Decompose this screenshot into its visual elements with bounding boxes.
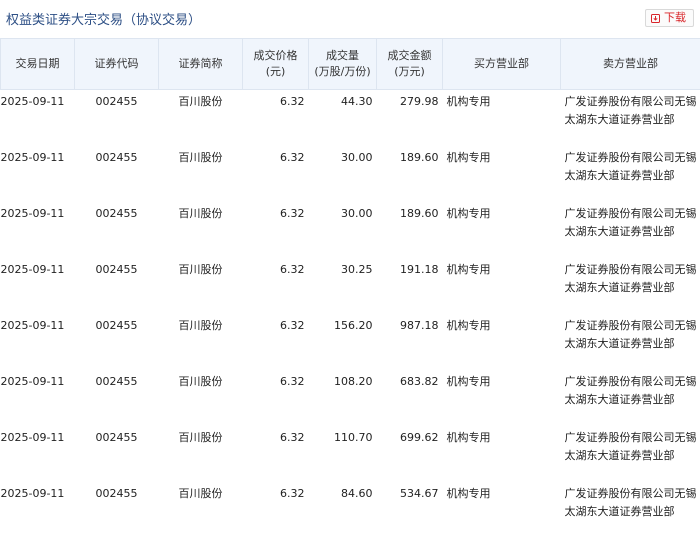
cell-name: 百川股份 [178,430,223,444]
col-header-volume-line2: (万股/万份) [314,65,371,78]
cell-code: 002455 [95,262,138,276]
col-header-amount: 成交金额 (万元) [376,38,443,90]
cell-code: 002455 [95,95,138,108]
col-header-volume: 成交量 (万股/万份) [308,38,377,90]
cell-amount: 534.67 [400,486,439,500]
cell-code: 002455 [95,206,138,220]
cell-date: 2025-09-11 [0,486,65,500]
cell-buyer: 机构专用 [446,318,491,332]
cell-name: 百川股份 [178,95,223,108]
cell-buyer: 机构专用 [446,486,491,500]
cell-name: 百川股份 [178,486,223,500]
cell-amount: 189.60 [400,206,439,220]
table-row: 2025-09-11 002455 百川股份 6.32 108.20 683.82 机构专用… [1,370,700,426]
cell-volume: 44.30 [341,95,373,108]
cell-price: 6.32 [280,318,305,332]
col-header-price: 成交价格 (元) [242,38,309,90]
cell-code: 002455 [95,150,138,164]
download-icon [651,13,660,23]
cell-volume: 156.20 [334,318,373,332]
cell-volume: 110.70 [334,430,373,444]
table-row: 2025-09-11 002455 百川股份 6.32 30.00 189.60 机构专用 广… [1,146,700,202]
cell-date: 2025-09-11 [0,150,65,164]
col-header-amount-line2: (万元) [394,65,425,78]
cell-name: 百川股份 [178,262,223,276]
table-row: 2025-09-11 002455 百川股份 6.32 30.00 189.60 机构专用 广… [1,202,700,258]
cell-amount: 189.60 [400,150,439,164]
cell-date: 2025-09-11 [0,95,65,108]
title-bar: 权益类证券大宗交易（协议交易） 下载 [0,0,700,38]
cell-name: 百川股份 [178,374,223,388]
cell-seller: 广发证券股份有限公司无锡太湖东大道证券营业部 [564,95,697,126]
cell-price: 6.32 [280,206,305,220]
table-row: 2025-09-11 002455 百川股份 6.32 84.60 534.67 机构专用 广… [1,482,700,538]
cell-code: 002455 [95,318,138,332]
cell-amount: 987.18 [400,318,439,332]
download-button[interactable]: 下载 [645,9,694,27]
cell-name: 百川股份 [178,318,223,332]
download-label: 下载 [664,11,686,24]
cell-code: 002455 [95,374,138,388]
col-header-code: 证券代码 [74,38,159,90]
cell-price: 6.32 [280,95,305,108]
cell-date: 2025-09-11 [0,374,65,388]
cell-volume: 30.00 [341,206,373,220]
table-row: 2025-09-11 002455 百川股份 6.32 30.25 191.18 机构专用 广… [1,258,700,314]
cell-price: 6.32 [280,430,305,444]
cell-volume: 30.00 [341,150,373,164]
cell-price: 6.32 [280,150,305,164]
cell-date: 2025-09-11 [0,318,65,332]
col-header-date: 交易日期 [0,38,75,90]
cell-seller: 广发证券股份有限公司无锡太湖东大道证券营业部 [564,206,697,238]
col-header-seller: 卖方营业部 [560,38,700,90]
cell-price: 6.32 [280,262,305,276]
cell-amount: 191.18 [400,262,439,276]
cell-amount: 683.82 [400,374,439,388]
cell-buyer: 机构专用 [446,430,491,444]
cell-seller: 广发证券股份有限公司无锡太湖东大道证券营业部 [564,150,697,182]
page-title: 权益类证券大宗交易（协议交易） [6,13,202,28]
col-header-price-line2: (元) [265,65,286,78]
table-row: 2025-09-11 002455 百川股份 6.32 110.70 699.62 机构专用… [1,426,700,482]
cell-amount: 699.62 [400,430,439,444]
table-header-row: 交易日期 证券代码 证券简称 成交价格 (元) 成交量 (万股/万份) 成交金额… [0,38,700,90]
cell-amount: 279.98 [400,95,439,108]
cell-seller: 广发证券股份有限公司无锡太湖东大道证券营业部 [564,318,697,350]
col-header-buyer: 买方营业部 [442,38,561,90]
cell-price: 6.32 [280,374,305,388]
cell-price: 6.32 [280,486,305,500]
cell-buyer: 机构专用 [446,150,491,164]
table-row: 2025-09-11 002455 百川股份 6.32 44.30 279.98 机构专用 广… [1,90,700,146]
cell-buyer: 机构专用 [446,374,491,388]
table-row: 2025-09-11 002455 百川股份 6.32 156.20 987.18 机构专用… [1,314,700,370]
cell-buyer: 机构专用 [446,206,491,220]
cell-volume: 108.20 [334,374,373,388]
cell-buyer: 机构专用 [446,262,491,276]
col-header-amount-line1: 成交金额 [387,49,432,62]
cell-date: 2025-09-11 [0,206,65,220]
cell-date: 2025-09-11 [0,430,65,444]
cell-volume: 84.60 [341,486,373,500]
col-header-name: 证券简称 [158,38,243,90]
col-header-volume-line1: 成交量 [326,49,359,62]
block-trade-table: 交易日期 证券代码 证券简称 成交价格 (元) 成交量 (万股/万份) 成交金额… [0,38,700,538]
cell-seller: 广发证券股份有限公司无锡太湖东大道证券营业部 [564,430,697,462]
cell-seller: 广发证券股份有限公司无锡太湖东大道证券营业部 [564,262,697,294]
cell-name: 百川股份 [178,150,223,164]
col-header-price-line1: 成交价格 [253,49,298,62]
cell-seller: 广发证券股份有限公司无锡太湖东大道证券营业部 [564,374,697,406]
cell-code: 002455 [95,486,138,500]
cell-date: 2025-09-11 [0,262,65,276]
cell-code: 002455 [95,430,138,444]
cell-seller: 广发证券股份有限公司无锡太湖东大道证券营业部 [564,486,697,518]
cell-volume: 30.25 [341,262,373,276]
cell-name: 百川股份 [178,206,223,220]
cell-buyer: 机构专用 [446,95,491,108]
